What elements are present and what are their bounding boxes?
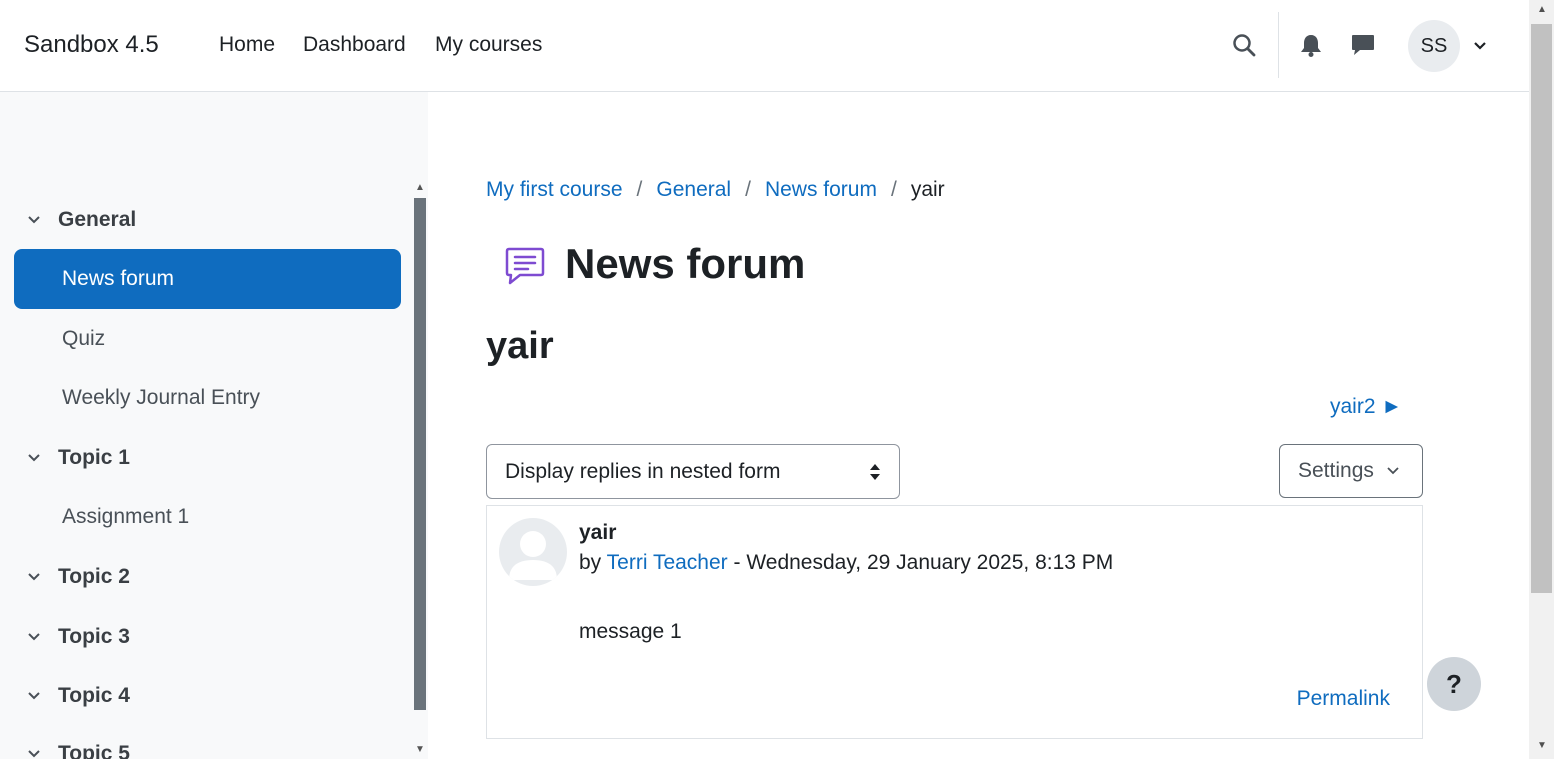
scroll-up-icon[interactable]: ▲ — [415, 182, 425, 193]
messages-icon[interactable] — [1351, 34, 1375, 61]
section-label: Topic 3 — [58, 625, 130, 648]
bell-icon[interactable] — [1300, 33, 1322, 62]
settings-label: Settings — [1298, 459, 1374, 482]
activity-assignment-1[interactable]: Assignment 1 — [62, 505, 189, 529]
chevron-down-icon — [1387, 467, 1399, 475]
drawer-scrollbar-thumb[interactable] — [414, 198, 426, 710]
chevron-down-icon[interactable] — [24, 210, 44, 230]
activity-news-forum[interactable]: News forum — [14, 249, 401, 309]
section-label: Topic 4 — [58, 684, 130, 707]
breadcrumb-forum-link[interactable]: News forum — [765, 178, 877, 202]
permalink-link[interactable]: Permalink — [1297, 687, 1390, 711]
section-topic-3[interactable]: Topic 3 — [24, 625, 130, 649]
post-message: message 1 — [579, 620, 682, 643]
user-avatar[interactable]: SS — [1408, 20, 1460, 72]
post-byline: by Terri Teacher - Wednesday, 29 January… — [579, 551, 1113, 575]
section-label: Topic 1 — [58, 446, 130, 469]
section-label: Topic 5 — [58, 742, 130, 759]
search-icon[interactable] — [1232, 33, 1256, 62]
breadcrumb-separator: / — [890, 178, 897, 201]
section-label: General — [58, 208, 137, 231]
section-topic-4[interactable]: Topic 4 — [24, 684, 130, 708]
chevron-down-icon[interactable] — [24, 744, 44, 759]
breadcrumb-course-link[interactable]: My first course — [486, 178, 623, 202]
breadcrumb-current: yair — [910, 178, 945, 201]
display-mode-value: Display replies in nested form — [505, 459, 781, 483]
activity-quiz[interactable]: Quiz — [62, 327, 105, 351]
settings-button[interactable]: Settings — [1279, 444, 1423, 498]
display-mode-select[interactable]: Display replies in nested form — [486, 444, 900, 499]
author-avatar[interactable] — [499, 518, 567, 586]
scroll-up-icon[interactable]: ▲ — [1537, 4, 1547, 15]
next-discussion-link[interactable]: yair2 ► — [1330, 395, 1402, 419]
page-scrollbar-thumb[interactable] — [1531, 24, 1552, 593]
post-date: - Wednesday, 29 January 2025, 8:13 PM — [727, 551, 1114, 574]
chevron-down-icon[interactable] — [24, 567, 44, 587]
nav-dashboard-link[interactable]: Dashboard — [303, 33, 406, 57]
section-topic-5[interactable]: Topic 5 — [24, 742, 130, 759]
section-topic-2[interactable]: Topic 2 — [24, 565, 130, 589]
chevron-down-icon[interactable] — [24, 686, 44, 706]
scroll-down-icon[interactable]: ▼ — [1537, 740, 1547, 751]
section-topic-1[interactable]: Topic 1 — [24, 446, 130, 470]
section-label: Topic 2 — [58, 565, 130, 588]
help-button[interactable]: ? — [1427, 657, 1481, 711]
sort-arrows-icon — [870, 464, 880, 480]
breadcrumb-section-link[interactable]: General — [656, 178, 731, 202]
forum-icon — [504, 245, 546, 292]
breadcrumb-separator: / — [745, 178, 751, 201]
post-subject: yair — [579, 521, 617, 544]
page-title: News forum — [565, 240, 806, 287]
nav-home-link[interactable]: Home — [219, 33, 275, 57]
breadcrumb-separator: / — [636, 178, 643, 201]
navbar-divider — [1278, 12, 1279, 78]
chevron-down-icon[interactable] — [24, 448, 44, 468]
nav-my-courses-link[interactable]: My courses — [435, 33, 542, 57]
scroll-down-icon[interactable]: ▼ — [415, 744, 425, 755]
chevron-down-icon[interactable] — [24, 627, 44, 647]
breadcrumb: My first course / General / News forum /… — [486, 178, 945, 202]
section-general[interactable]: General — [24, 208, 136, 232]
course-index-drawer: General News forum Quiz Weekly Journal E… — [0, 92, 428, 759]
post-by-label: by — [579, 551, 602, 574]
top-navbar: Sandbox 4.5 Home Dashboard My courses SS — [0, 0, 1529, 92]
discussion-title: yair — [486, 325, 554, 367]
forum-post: yair by Terri Teacher - Wednesday, 29 Ja… — [486, 505, 1423, 739]
post-author-link[interactable]: Terri Teacher — [607, 551, 728, 574]
site-brand[interactable]: Sandbox 4.5 — [24, 31, 159, 59]
chevron-down-icon[interactable] — [1473, 38, 1487, 56]
activity-weekly-journal-entry[interactable]: Weekly Journal Entry — [62, 386, 260, 410]
